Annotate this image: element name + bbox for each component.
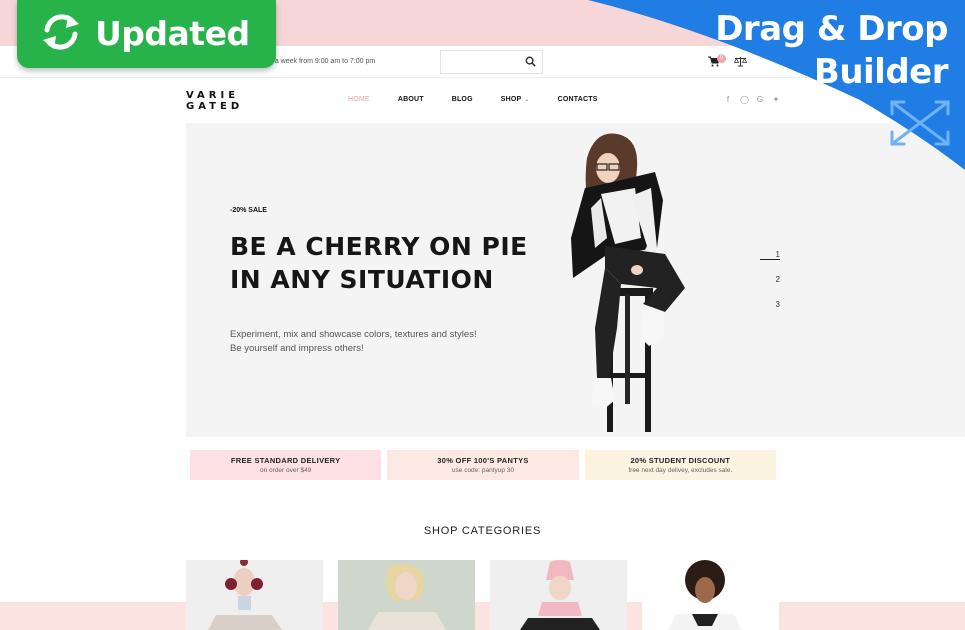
promo-student-discount[interactable]: 20% STUDENT DISCOUNT free next day deliv… [584,450,776,480]
nav-item-blog[interactable]: BLOG [452,96,473,103]
updated-badge: Updated [17,0,276,68]
promo-title: FREE STANDARD DELIVERY [230,456,341,465]
nav-item-home[interactable]: HOME [348,96,370,103]
updated-label: Updated [95,14,250,53]
slide-dot-2[interactable]: 2 [760,275,780,300]
working-hours-text: ays a week from 9:00 am to 7:00 pm [262,58,376,65]
move-arrows-icon [890,100,950,146]
promo-subtitle: use code: pantyup 30 [451,467,515,474]
hero-title-line-2: IN ANY SITUATION [230,265,494,294]
slide-dot-1[interactable]: 1 [760,250,780,260]
hero-desc-line-1: Experiment, mix and showcase colors, tex… [230,329,477,340]
category-card-1[interactable] [186,560,323,630]
refresh-icon [43,14,79,50]
slider-pagination: 1 2 3 [760,250,780,325]
logo-line-1: VARIE [186,90,240,101]
logo-line-2: GATED [186,101,244,112]
promo-title: 30% OFF 100'S PANTYS [437,456,529,465]
promo-free-delivery[interactable]: FREE STANDARD DELIVERY on order over $49 [190,450,382,480]
hero-right-background [779,123,965,437]
nav-item-shop-label: SHOP [500,96,522,103]
search-input[interactable] [440,50,543,74]
shop-categories-heading: SHOP CATEGORIES [423,525,542,537]
promo-subtitle: on order over $49 [260,467,312,474]
sale-label: -20% SALE [230,207,267,214]
category-card-2[interactable] [338,560,475,630]
categories-background-band [0,602,965,630]
category-card-4[interactable] [642,560,779,630]
nav-item-shop[interactable]: SHOP ⌄ [501,96,530,103]
promo-subtitle: free next day delivey, excludes sale. [628,467,733,474]
page: ays a week from 9:00 am to 7:00 pm 0 VAR… [0,0,965,630]
hero-desc-line-2: Be yourself and impress others! [230,343,364,354]
chevron-down-icon: ⌄ [524,97,530,103]
site-logo[interactable]: VARIE GATED [186,90,243,112]
drag-drop-label: Drag & Drop Builder [715,8,948,94]
promo-strip: FREE STANDARD DELIVERY on order over $49… [190,450,776,480]
promo-pantys-discount[interactable]: 30% OFF 100'S PANTYS use code: pantyup 3… [387,450,579,480]
corner-line-1: Drag & Drop [715,9,948,49]
hero-model-image [571,133,685,432]
hero-description: Experiment, mix and showcase colors, tex… [230,328,510,356]
search-icon[interactable] [525,56,536,67]
promo-title: 20% STUDENT DISCOUNT [630,456,731,465]
category-card-3[interactable] [490,560,627,630]
slide-dot-3[interactable]: 3 [760,300,780,325]
nav-item-about[interactable]: ABOUT [398,96,424,103]
hero-title: BE A CHERRY ON PIE IN ANY SITUATION [230,230,530,296]
corner-line-2: Builder [813,52,949,92]
hero-title-line-1: BE A CHERRY ON PIE [230,232,528,261]
